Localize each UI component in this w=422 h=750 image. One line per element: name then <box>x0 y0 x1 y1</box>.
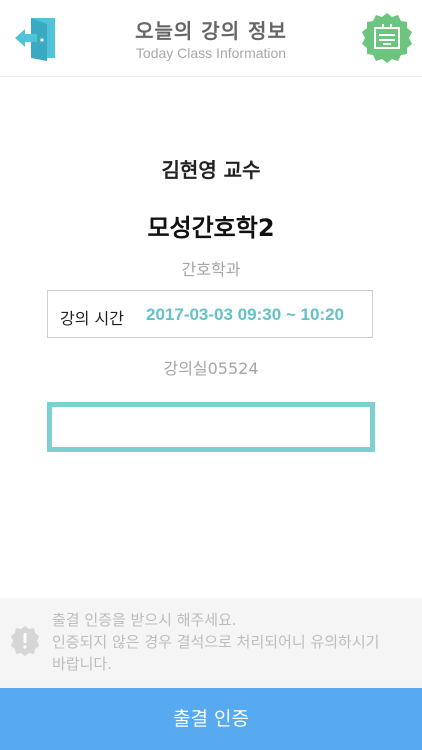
page-title: 오늘의 강의 정보 <box>135 19 287 43</box>
lecture-time-value: 2017-03-03 09:30 ~ 10:20 <box>146 305 345 324</box>
lecture-info-screen: 오늘의 강의 정보 Today Class Information 김현영 교수… <box>0 0 422 750</box>
lecture-time-box: 강의 시간 2017-03-03 09:30 ~ 10:20 <box>47 290 373 338</box>
id-card-button[interactable] <box>360 11 414 65</box>
alert-icon <box>11 626 39 656</box>
classroom-name: 강의실05524 <box>163 359 259 378</box>
professor-name: 김현영 교수 <box>161 158 261 182</box>
notice-line: 출결 인증을 받으시 해주세요. <box>52 611 237 629</box>
department-name: 간호학과 <box>181 260 241 279</box>
page-subtitle: Today Class Information <box>135 45 287 61</box>
attendance-verify-button[interactable]: 출결 인증 <box>0 688 422 750</box>
notice-panel: 출결 인증을 받으시 해주세요. 인증되지 않은 경우 결석으로 처리되어니 유… <box>0 598 422 688</box>
notice-line: 인증되지 않은 경우 결석으로 처리되어니 유의하시기 <box>52 633 380 651</box>
notice-text: 출결 인증을 받으시 해주세요. 인증되지 않은 경우 결석으로 처리되어니 유… <box>52 609 412 675</box>
attendance-code-input[interactable] <box>47 402 375 452</box>
course-title: 모성간호학2 <box>147 214 275 242</box>
lecture-time-label: 강의 시간 <box>60 309 124 328</box>
id-card-badge-icon <box>362 13 412 63</box>
notice-line: 바랍니다. <box>52 655 112 673</box>
header-bar: 오늘의 강의 정보 Today Class Information <box>0 0 422 77</box>
